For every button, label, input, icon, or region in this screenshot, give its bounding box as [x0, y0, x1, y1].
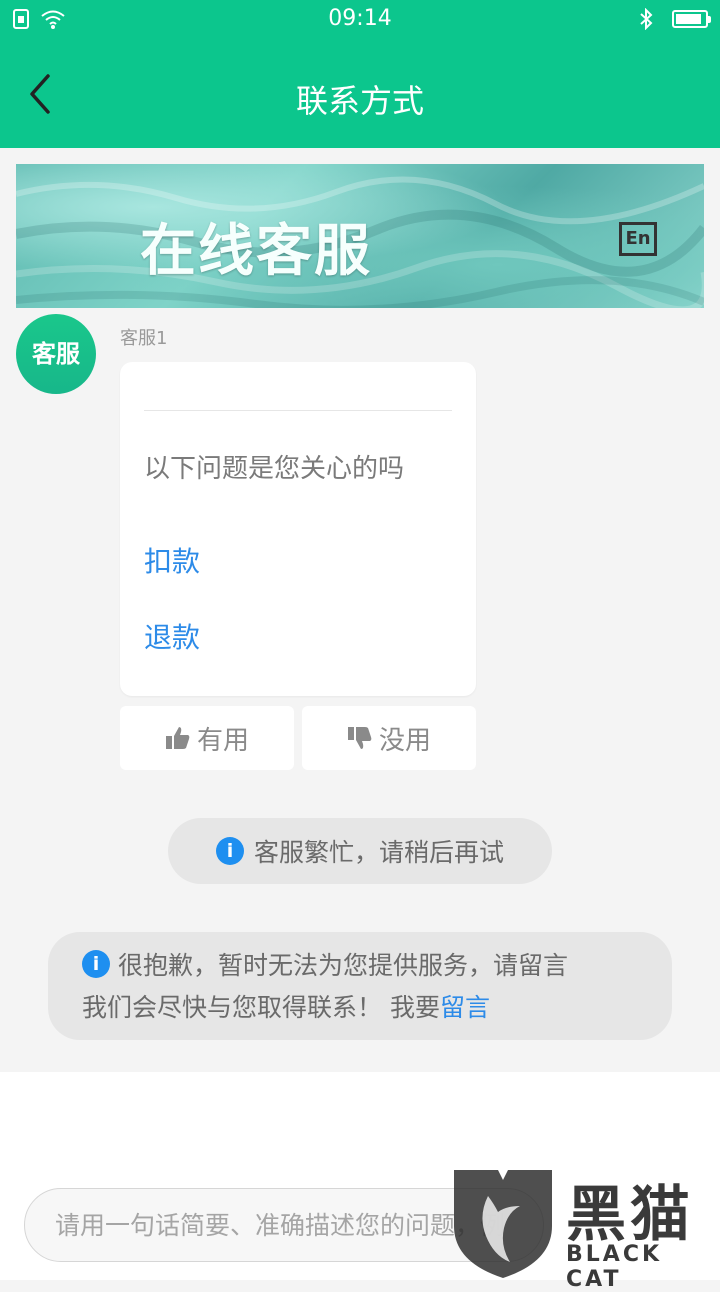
agent-avatar: 客服	[16, 314, 96, 394]
apology-line-1: i 很抱歉，暂时无法为您提供服务，请留言	[82, 946, 568, 982]
customer-service-banner: 在线客服 En	[16, 164, 704, 308]
thumbs-down-icon	[347, 727, 372, 749]
banner-title: 在线客服	[140, 219, 372, 284]
leave-message-link[interactable]: 留言	[440, 993, 490, 1022]
apology-text-1: 很抱歉，暂时无法为您提供服务，请留言	[118, 951, 569, 980]
apology-notice: i 很抱歉，暂时无法为您提供服务，请留言 我们会尽快与您取得联系！ 我要留言	[48, 932, 672, 1040]
nav-bar: 联系方式	[0, 40, 720, 148]
status-time: 09:14	[328, 6, 392, 31]
page-title: 联系方式	[295, 82, 424, 120]
message-bubble: 以下问题是您关心的吗 扣款 退款	[120, 362, 476, 696]
info-icon: i	[82, 950, 110, 978]
busy-notice: i 客服繁忙，请稍后再试	[168, 818, 552, 884]
black-cat-watermark: 黑猫 BLACK CAT	[448, 1166, 720, 1292]
apology-line-2: 我们会尽快与您取得联系！ 我要留言	[82, 988, 490, 1024]
useful-button[interactable]: 有用	[120, 706, 294, 770]
watermark-brand: 黑猫	[566, 1180, 694, 1250]
battery-icon	[672, 10, 711, 28]
thumbs-up-icon	[165, 727, 190, 749]
useful-label: 有用	[196, 725, 249, 756]
useless-button[interactable]: 没用	[302, 706, 476, 770]
black-cat-shield-logo	[454, 1170, 552, 1278]
faq-option-deduction[interactable]: 扣款	[144, 540, 200, 580]
faq-question: 以下问题是您关心的吗	[144, 454, 405, 484]
bluetooth-icon	[640, 8, 653, 30]
status-right-icons	[638, 8, 711, 30]
useless-label: 没用	[378, 725, 431, 756]
info-icon: i	[215, 837, 244, 865]
language-toggle-button[interactable]: En	[619, 222, 657, 256]
watermark-brand-en: BLACK CAT	[566, 1242, 663, 1292]
bubble-divider	[144, 410, 452, 411]
apology-text-2: 我们会尽快与您取得联系！ 我要	[82, 993, 440, 1022]
agent-name: 客服1	[120, 328, 168, 349]
busy-notice-text: 客服繁忙，请稍后再试	[253, 838, 504, 867]
status-bar: 09:14	[0, 0, 720, 40]
faq-option-refund[interactable]: 退款	[144, 616, 200, 656]
